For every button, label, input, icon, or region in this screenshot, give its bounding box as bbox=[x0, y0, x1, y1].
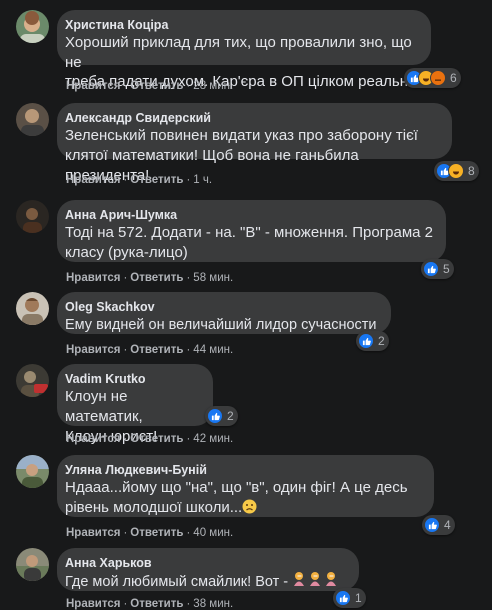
separator: · bbox=[123, 433, 128, 445]
comment-bubble: Oleg Skachkov Ему видней он величайший л… bbox=[57, 292, 391, 334]
like-icon bbox=[423, 261, 439, 277]
like-button[interactable]: Нравится bbox=[66, 344, 120, 356]
separator: · bbox=[123, 527, 128, 539]
comment-bubble: Vadim Krutko Клоун не математик, Клоун ю… bbox=[57, 364, 213, 445]
reaction-count: 5 bbox=[443, 262, 450, 276]
comment-text-line: Тоді на 572. Додати - на. "В" - множення… bbox=[65, 224, 433, 241]
reply-button[interactable]: Ответить bbox=[130, 527, 183, 539]
reply-button[interactable]: Ответить bbox=[130, 80, 183, 92]
comment-author[interactable]: Уляна Людкевич-Буній bbox=[65, 462, 422, 478]
comment-text-line: Хороший приклад для тих, що провалили зн… bbox=[65, 34, 412, 71]
reaction-count: 2 bbox=[378, 334, 385, 348]
comment-author[interactable]: Анна Харьков bbox=[65, 555, 347, 571]
comment-actions: Нравится · Ответить · 42 мин. bbox=[66, 433, 233, 445]
comment-time[interactable]: 40 мин. bbox=[193, 527, 233, 539]
comment-text: рівень молодшої школи... bbox=[65, 499, 243, 516]
comment-time[interactable]: 42 мин. bbox=[193, 433, 233, 445]
like-icon bbox=[358, 333, 374, 349]
reply-button[interactable]: Ответить bbox=[130, 272, 183, 284]
reaction-count: 4 bbox=[444, 518, 451, 532]
like-button[interactable]: Нравится bbox=[66, 272, 120, 284]
separator: · bbox=[123, 344, 128, 356]
comment-bubble: Уляна Людкевич-Буній Ндааа...йому що "на… bbox=[57, 455, 434, 517]
comment-time[interactable]: 1 ч. bbox=[193, 174, 212, 186]
comment-author[interactable]: Vadim Krutko bbox=[65, 371, 201, 387]
reaction-summary[interactable]: 1 bbox=[333, 588, 366, 608]
haha-icon bbox=[448, 163, 464, 179]
reaction-count: 1 bbox=[355, 591, 362, 605]
reply-button[interactable]: Ответить bbox=[130, 598, 183, 610]
like-icon bbox=[207, 408, 223, 424]
separator: · bbox=[186, 433, 191, 445]
separator: · bbox=[123, 80, 128, 92]
like-button[interactable]: Нравится bbox=[66, 80, 120, 92]
avatar[interactable] bbox=[16, 548, 49, 581]
reaction-count: 2 bbox=[227, 409, 234, 423]
reaction-summary[interactable]: 2 bbox=[205, 406, 238, 426]
angry-icon bbox=[430, 70, 446, 86]
reply-button[interactable]: Ответить bbox=[130, 174, 183, 186]
reaction-summary[interactable]: 2 bbox=[356, 331, 389, 351]
like-button[interactable]: Нравится bbox=[66, 174, 120, 186]
comment-bubble: Анна Арич-Шумка Тоді на 572. Додати - на… bbox=[57, 200, 446, 262]
facepalm-woman-icon bbox=[292, 572, 340, 590]
reply-button[interactable]: Ответить bbox=[130, 344, 183, 356]
reaction-summary[interactable]: 5 bbox=[421, 259, 454, 279]
comment-time[interactable]: 28 мин. bbox=[193, 80, 233, 92]
like-button[interactable]: Нравится bbox=[66, 598, 120, 610]
comment-actions: Нравится · Ответить · 38 мин. bbox=[66, 598, 233, 610]
like-icon bbox=[335, 590, 351, 606]
avatar[interactable] bbox=[16, 200, 49, 233]
reaction-summary[interactable]: 8 bbox=[434, 161, 479, 181]
like-button[interactable]: Нравится bbox=[66, 527, 120, 539]
separator: · bbox=[186, 598, 191, 610]
separator: · bbox=[123, 272, 128, 284]
comment-actions: Нравится · Ответить · 40 мин. bbox=[66, 527, 233, 539]
comment-text-line: Где мой любимый смайлик! Вот - bbox=[65, 571, 347, 592]
comment-time[interactable]: 44 мин. bbox=[193, 344, 233, 356]
reaction-summary[interactable]: 4 bbox=[422, 515, 455, 535]
separator: · bbox=[186, 344, 191, 356]
reaction-summary[interactable]: 6 bbox=[404, 68, 461, 88]
comment-actions: Нравится · Ответить · 28 мин. bbox=[66, 80, 233, 92]
avatar[interactable] bbox=[16, 10, 49, 43]
comment-bubble: Христина Коціра Хороший приклад для тих,… bbox=[57, 10, 431, 90]
comment-time[interactable]: 38 мин. bbox=[193, 598, 233, 610]
reaction-count: 6 bbox=[450, 71, 457, 85]
comment-bubble: Александр Свидерский Зеленський повинен … bbox=[57, 103, 452, 184]
comment-author[interactable]: Александр Свидерский bbox=[65, 110, 440, 126]
comment-actions: Нравится · Ответить · 58 мин. bbox=[66, 272, 233, 284]
comment-time[interactable]: 58 мин. bbox=[193, 272, 233, 284]
separator: · bbox=[186, 174, 191, 186]
comment-text-line: класу (рука-лицо) bbox=[65, 244, 188, 261]
avatar[interactable] bbox=[16, 103, 49, 136]
avatar[interactable] bbox=[16, 292, 49, 325]
comment-text-line: рівень молодшої школи... bbox=[65, 498, 422, 518]
separator: · bbox=[186, 272, 191, 284]
avatar[interactable] bbox=[16, 364, 49, 397]
like-icon bbox=[424, 517, 440, 533]
comment-text-line: Ндааа...йому що "на", що "в", один фіг! … bbox=[65, 479, 408, 496]
avatar[interactable] bbox=[16, 455, 49, 488]
comment-author[interactable]: Oleg Skachkov bbox=[65, 299, 379, 315]
comment-text-line: Зеленський повинен видати указ про забор… bbox=[65, 127, 418, 144]
comment-text: Где мой любимый смайлик! Вот - bbox=[65, 574, 293, 590]
comment-author[interactable]: Христина Коціра bbox=[65, 17, 419, 33]
separator: · bbox=[186, 80, 191, 92]
like-button[interactable]: Нравится bbox=[66, 433, 120, 445]
reply-button[interactable]: Ответить bbox=[130, 433, 183, 445]
comment-bubble: Анна Харьков Где мой любимый смайлик! Во… bbox=[57, 548, 359, 591]
comment-author[interactable]: Анна Арич-Шумка bbox=[65, 207, 434, 223]
comment-text-line: Ему видней он величайший лидор сучасност… bbox=[65, 317, 377, 333]
comment-text-line: Клоун не математик, bbox=[65, 388, 143, 425]
separator: · bbox=[123, 598, 128, 610]
sad-face-icon bbox=[242, 499, 257, 514]
comment-actions: Нравится · Ответить · 1 ч. bbox=[66, 174, 212, 186]
separator: · bbox=[123, 174, 128, 186]
comment-actions: Нравится · Ответить · 44 мин. bbox=[66, 344, 233, 356]
separator: · bbox=[186, 527, 191, 539]
reaction-count: 8 bbox=[468, 164, 475, 178]
